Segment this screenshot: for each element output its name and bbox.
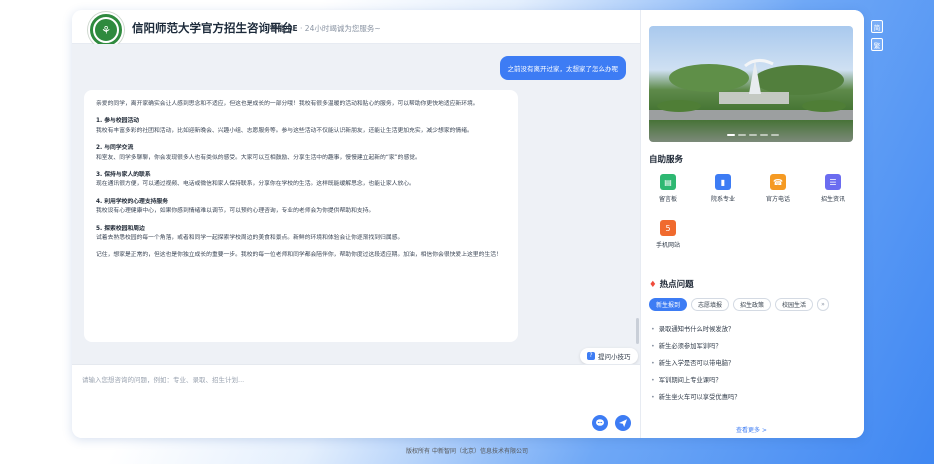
bot-item-text: 现在通讯很方便，可以通过视频、电话或微信和家人保持联系，分享你在学校的生活。这样… — [96, 181, 415, 188]
service-departments[interactable]: ▮ 院系专业 — [703, 174, 743, 203]
view-more-link[interactable]: 查看更多 > — [736, 425, 767, 434]
campus-sculpture-illustration — [649, 59, 853, 120]
tab-policy[interactable]: 招生政策 — [733, 298, 772, 311]
message-board-icon: ▤ — [660, 174, 676, 190]
bot-item-text: 试着去熟悉校园的每一个角落，或者和同学一起探索学校周边的美食和景点。新鲜的环境和… — [96, 235, 404, 242]
tab-campus-life[interactable]: 校园生活 — [775, 298, 814, 311]
service-mobile-site[interactable]: 5 手机网站 — [648, 220, 688, 249]
chat-area: 之前没有离开过家，太想家了怎么办呢 亲爱的同学，离开家确实会让人感到思念和不适应… — [72, 44, 640, 364]
bot-item-heading: 4. 利用学校的心理支持服务 — [96, 198, 169, 205]
service-official-phone[interactable]: ☎ 官方电话 — [758, 174, 798, 203]
send-button[interactable] — [615, 415, 631, 431]
hot-question[interactable]: 录取通知书什么时候发放？ — [651, 321, 851, 338]
tabs-next-arrow-icon[interactable]: » — [817, 298, 829, 311]
bot-item-heading: 1. 参与校园活动 — [96, 118, 140, 125]
phone-icon: ☎ — [770, 174, 786, 190]
assistant-name: 智能小E — [270, 24, 298, 33]
university-logo: ⚘ — [88, 12, 124, 48]
service-label: 官方电话 — [765, 196, 790, 203]
traditional-chinese-button[interactable]: 繁 — [871, 38, 883, 51]
service-label: 手机网站 — [655, 242, 680, 249]
simplified-chinese-button[interactable]: 简 — [871, 20, 883, 33]
hot-question-list: 录取通知书什么时候发放？ 新生必须参加军训吗？ 新生入学是否可以带电脑？ 军训期… — [651, 321, 851, 406]
service-message-board[interactable]: ▤ 留言板 — [648, 174, 688, 203]
bot-message: 亲爱的同学，离开家确实会让人感到思念和不适应，但这也是成长的一部分哦！我校有很多… — [84, 90, 518, 342]
question-tips-button[interactable]: ? 提问小技巧 — [580, 348, 638, 364]
header: ⚘ 信阳师范大学官方招生咨询平台 智能小E · 24小时竭诚为您服务~ — [72, 10, 640, 48]
bot-item-heading: 5. 探索校园和周边 — [96, 225, 145, 232]
send-icon — [619, 419, 627, 427]
bot-item-heading: 2. 与同学交流 — [96, 145, 134, 152]
bot-item: 3. 保持与家人的联系现在通讯很方便，可以通过视频、电话或微信和家人保持联系，分… — [96, 171, 506, 190]
campus-banner-image[interactable] — [649, 26, 853, 142]
flame-icon: ♦ — [649, 280, 657, 290]
footer-copyright: 版权所有 中新智同（北京）信息技术有限公司 — [406, 448, 528, 455]
news-icon: ☰ — [825, 174, 841, 190]
input-area — [72, 364, 640, 438]
book-icon: ▮ — [715, 174, 731, 190]
bot-intro: 亲爱的同学，离开家确实会让人感到思念和不适应，但这也是成长的一部分哦！我校有很多… — [96, 101, 479, 107]
hot-tabs: 新生报到 志愿填报 招生政策 校园生活 » — [649, 298, 829, 311]
bot-item-text: 我校有丰富多彩的社团和活动，比如迎新晚会、兴趣小组、志愿服务等。参与这些活动不仅… — [96, 127, 473, 134]
self-service-title: 自助服务 — [649, 155, 684, 165]
service-label: 招生资讯 — [820, 196, 845, 203]
bot-item: 5. 探索校园和周边试着去熟悉校园的每一个角落，或者和同学一起探索学校周边的美食… — [96, 225, 506, 244]
carousel-dots[interactable] — [727, 134, 779, 136]
html5-icon: 5 — [660, 220, 676, 236]
service-label: 院系专业 — [710, 196, 735, 203]
emoji-button[interactable] — [592, 415, 608, 431]
hot-question[interactable]: 军训期间上专业课吗？ — [651, 372, 851, 389]
chat-bubble-icon — [596, 419, 604, 426]
assistant-label: 智能小E · 24小时竭诚为您服务~ — [270, 24, 381, 33]
bot-item-text: 和室友、同学多聊聊，你会发现很多人也有类似的感受。大家可以互相鼓励、分享生活中的… — [96, 154, 421, 161]
hot-question[interactable]: 新生必须参加军训吗？ — [651, 338, 851, 355]
hot-title-text: 热点问题 — [659, 280, 694, 290]
user-message: 之前没有离开过家，太想家了怎么办呢 — [499, 56, 626, 80]
question-input[interactable] — [82, 374, 622, 404]
sidebar: 自助服务 ▤ 留言板 ▮ 院系专业 ☎ 官方电话 ☰ 招生资讯 5 手机网站 ♦… — [641, 10, 864, 438]
bot-item: 1. 参与校园活动我校有丰富多彩的社团和活动，比如迎新晚会、兴趣小组、志愿服务等… — [96, 117, 506, 136]
tab-new-student[interactable]: 新生报到 — [649, 298, 688, 311]
tip-button-label: 提问小技巧 — [598, 353, 631, 361]
page-title: 信阳师范大学官方招生咨询平台 — [132, 21, 293, 35]
divider — [264, 23, 265, 32]
bot-closing: 记住，想家是正常的，但这也是你独立成长的重要一步。我校的每一位老师和同学都会陪伴… — [96, 252, 502, 259]
hot-questions-title: ♦ 热点问题 — [649, 278, 694, 290]
hot-question[interactable]: 新生入学是否可以带电脑？ — [651, 355, 851, 372]
bot-item-heading: 3. 保持与家人的联系 — [96, 172, 151, 179]
assistant-tagline: 24小时竭诚为您服务~ — [304, 24, 381, 33]
service-label: 留言板 — [658, 196, 677, 203]
hot-question[interactable]: 新生坐火车可以享受优惠吗？ — [651, 389, 851, 406]
chat-window: ⚘ 信阳师范大学官方招生咨询平台 智能小E · 24小时竭诚为您服务~ 之前没有… — [72, 10, 864, 438]
service-admission-news[interactable]: ☰ 招生资讯 — [813, 174, 853, 203]
tip-icon: ? — [587, 352, 595, 360]
bot-item: 2. 与同学交流和室友、同学多聊聊，你会发现很多人也有类似的感受。大家可以互相鼓… — [96, 144, 506, 163]
bot-item: 4. 利用学校的心理支持服务我校设有心理健康中心，如果你感到情绪难以调节，可以预… — [96, 198, 506, 217]
tab-application[interactable]: 志愿填报 — [691, 298, 730, 311]
chat-scrollbar[interactable] — [636, 318, 639, 344]
bot-item-text: 我校设有心理健康中心，如果你感到情绪难以调节，可以预约心理咨询，专业的老师会为你… — [96, 208, 375, 215]
